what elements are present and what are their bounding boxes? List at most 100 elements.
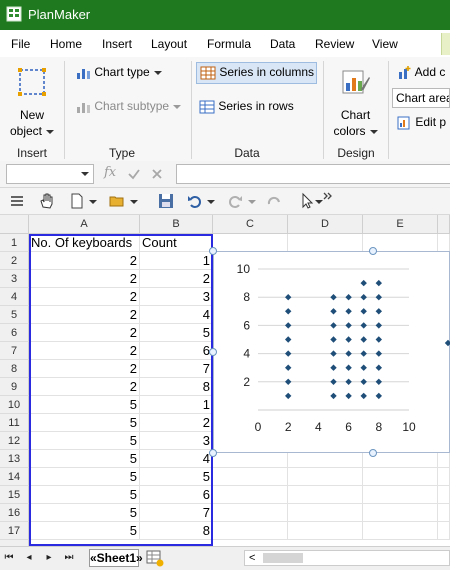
menu-data[interactable]: Data bbox=[270, 37, 295, 51]
empty-cell[interactable] bbox=[288, 522, 363, 540]
empty-cell[interactable] bbox=[213, 522, 288, 540]
empty-cell[interactable] bbox=[438, 234, 450, 252]
chart-element-selector[interactable]: Chart area bbox=[392, 88, 450, 108]
undo-dropdown-arrow[interactable] bbox=[207, 200, 215, 204]
chart-type-button[interactable]: Chart type bbox=[75, 65, 162, 81]
empty-cell[interactable] bbox=[288, 234, 363, 252]
new-dropdown-arrow[interactable] bbox=[89, 200, 97, 204]
cell-b[interactable]: 8 bbox=[140, 378, 213, 396]
cell-a[interactable]: 2 bbox=[29, 270, 140, 288]
confirm-icon[interactable] bbox=[127, 167, 141, 181]
chart-handle-top-left[interactable] bbox=[209, 247, 217, 255]
cell-a[interactable]: 5 bbox=[29, 432, 140, 450]
redo-icon[interactable] bbox=[226, 192, 244, 210]
menu-review[interactable]: Review bbox=[315, 37, 354, 51]
first-sheet-button[interactable]: ⏮ bbox=[2, 551, 16, 565]
add-sheet-icon[interactable] bbox=[146, 550, 164, 567]
column-header-b[interactable]: B bbox=[140, 215, 213, 234]
column-header-f[interactable] bbox=[438, 215, 450, 234]
cell-b[interactable]: 3 bbox=[140, 432, 213, 450]
cell-a[interactable]: No. Of keyboards bbox=[29, 234, 140, 252]
row-header[interactable]: 13 bbox=[0, 450, 29, 468]
empty-cell[interactable] bbox=[288, 486, 363, 504]
cell-a[interactable]: 2 bbox=[29, 252, 140, 270]
menu-view[interactable]: View bbox=[372, 37, 398, 51]
cell-a[interactable]: 5 bbox=[29, 414, 140, 432]
row-header[interactable]: 2 bbox=[0, 252, 29, 270]
cell-b[interactable]: Count bbox=[140, 234, 213, 252]
cell-a[interactable]: 5 bbox=[29, 504, 140, 522]
empty-cell[interactable] bbox=[363, 504, 438, 522]
cell-b[interactable]: 7 bbox=[140, 504, 213, 522]
row-header[interactable]: 1 bbox=[0, 234, 29, 252]
open-folder-icon[interactable] bbox=[108, 192, 126, 210]
cell-b[interactable]: 1 bbox=[140, 396, 213, 414]
chart-colors-button[interactable]: Chart colors bbox=[328, 61, 383, 141]
chart-handle-mid-left[interactable] bbox=[209, 348, 217, 356]
row-header[interactable]: 5 bbox=[0, 306, 29, 324]
cell-b[interactable]: 6 bbox=[140, 342, 213, 360]
cell-a[interactable]: 2 bbox=[29, 288, 140, 306]
cell-a[interactable]: 5 bbox=[29, 468, 140, 486]
chart-handle-bottom-left[interactable] bbox=[209, 449, 217, 457]
cell-a[interactable]: 2 bbox=[29, 360, 140, 378]
hamburger-menu-icon[interactable] bbox=[8, 192, 26, 210]
row-header[interactable]: 16 bbox=[0, 504, 29, 522]
empty-cell[interactable] bbox=[438, 522, 450, 540]
empty-cell[interactable] bbox=[363, 486, 438, 504]
open-dropdown-arrow[interactable] bbox=[130, 200, 138, 204]
row-header[interactable]: 11 bbox=[0, 414, 29, 432]
cell-b[interactable]: 4 bbox=[140, 450, 213, 468]
empty-cell[interactable] bbox=[438, 468, 450, 486]
row-header[interactable]: 9 bbox=[0, 378, 29, 396]
cancel-icon[interactable] bbox=[150, 167, 164, 181]
row-header[interactable]: 4 bbox=[0, 288, 29, 306]
toolbar-overflow-icon[interactable] bbox=[322, 191, 334, 201]
menu-formula[interactable]: Formula bbox=[207, 37, 251, 51]
formula-input[interactable] bbox=[176, 164, 450, 184]
cell-a[interactable]: 2 bbox=[29, 324, 140, 342]
row-header[interactable]: 6 bbox=[0, 324, 29, 342]
scroll-left-arrow-icon[interactable]: < bbox=[249, 551, 255, 565]
scrollbar-thumb[interactable] bbox=[263, 553, 303, 563]
cell-b[interactable]: 7 bbox=[140, 360, 213, 378]
select-all-corner[interactable] bbox=[0, 215, 29, 234]
scatter-chart[interactable]: 2 4 6 8 10 0 2 4 6 8 10 bbox=[213, 251, 450, 453]
new-object-button[interactable]: New object bbox=[6, 61, 58, 141]
sheet-tab-active[interactable]: «Sheet1» bbox=[89, 549, 143, 567]
empty-cell[interactable] bbox=[438, 486, 450, 504]
cell-b[interactable]: 4 bbox=[140, 306, 213, 324]
cell-b[interactable]: 8 bbox=[140, 522, 213, 540]
cell-b[interactable]: 1 bbox=[140, 252, 213, 270]
menu-home[interactable]: Home bbox=[50, 37, 82, 51]
row-header[interactable]: 17 bbox=[0, 522, 29, 540]
empty-cell[interactable] bbox=[213, 468, 288, 486]
row-header[interactable]: 7 bbox=[0, 342, 29, 360]
cell-b[interactable]: 2 bbox=[140, 414, 213, 432]
undo-icon[interactable] bbox=[186, 192, 204, 210]
cell-b[interactable]: 5 bbox=[140, 468, 213, 486]
row-header[interactable]: 8 bbox=[0, 360, 29, 378]
spreadsheet-grid[interactable]: A B C D E 1 No. Of keyboards Count 2 2 1 3 2 2 4 2… bbox=[0, 215, 450, 546]
chart-subtype-button[interactable]: Chart subtype bbox=[75, 99, 182, 115]
cell-a[interactable]: 5 bbox=[29, 396, 140, 414]
save-icon[interactable] bbox=[157, 192, 175, 210]
row-header[interactable]: 12 bbox=[0, 432, 29, 450]
series-in-columns-button[interactable]: Series in columns bbox=[196, 62, 317, 84]
series-in-rows-button[interactable]: Series in rows bbox=[199, 99, 294, 114]
new-document-icon[interactable] bbox=[68, 192, 86, 210]
column-header-c[interactable]: C bbox=[213, 215, 288, 234]
empty-cell[interactable] bbox=[213, 504, 288, 522]
row-header[interactable]: 10 bbox=[0, 396, 29, 414]
redo-dropdown-arrow[interactable] bbox=[248, 200, 256, 204]
last-sheet-button[interactable]: ⏭ bbox=[62, 551, 76, 565]
cell-a[interactable]: 2 bbox=[29, 306, 140, 324]
column-header-d[interactable]: D bbox=[288, 215, 363, 234]
column-header-e[interactable]: E bbox=[363, 215, 438, 234]
horizontal-scrollbar[interactable]: < bbox=[244, 550, 450, 566]
cell-b[interactable]: 6 bbox=[140, 486, 213, 504]
chart-handle-top-mid[interactable] bbox=[369, 247, 377, 255]
next-sheet-button[interactable]: ▸ bbox=[42, 551, 56, 565]
cell-a[interactable]: 2 bbox=[29, 342, 140, 360]
empty-cell[interactable] bbox=[213, 486, 288, 504]
